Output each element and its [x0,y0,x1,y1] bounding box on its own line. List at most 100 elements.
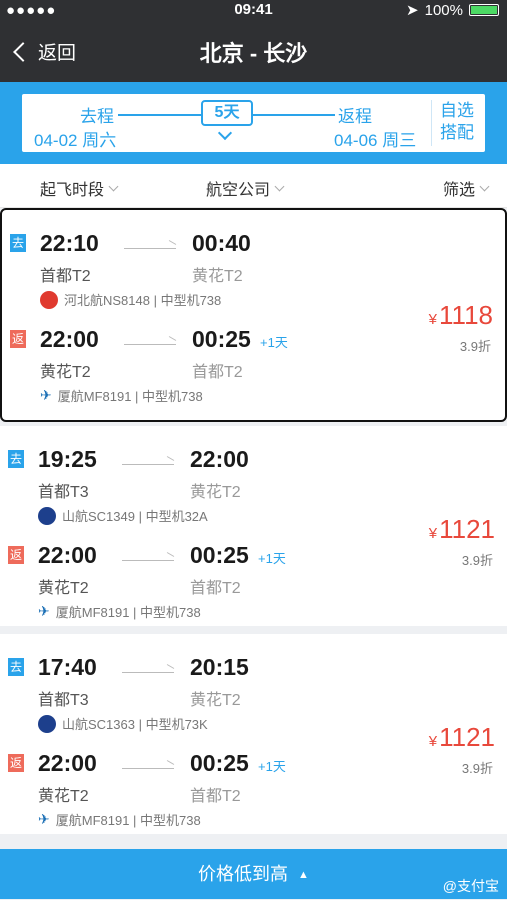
discount: 3.9折 [459,339,491,354]
depart-date: 04-02 周六 [34,131,117,150]
price: ¥1118 [429,300,493,331]
date-bar: 去程 04-02 周六 5天 返程 04-06 周三 自选搭配 [0,82,507,164]
depart-time: 17:40 [38,654,97,680]
airline-info: ✈ 厦航MF8191 | 中型机738 [40,386,203,405]
xiamen-airlines-logo-icon: ✈ [38,811,50,827]
depart-airport: 首都T3 [38,692,89,709]
filter-bar: 起飞时段 航空公司 筛选 [0,164,507,208]
outbound-tag: 去 [8,450,24,468]
chevron-down-icon [479,181,490,191]
sort-icon: ▲ [298,869,309,882]
airline-text: 厦航MF8191 | 中型机738 [55,813,201,828]
outbound-leg: 去 17:40 20:15 首都T3 黄花T2 山航SC1363 | 中型机73… [0,634,440,738]
return-leg: 返 22:00 00:25 +1天 黄花T2 首都T2 ✈ 厦航MF8191 | … [0,522,440,626]
arrive-airport: 黄花T2 [190,692,241,709]
filter-airline[interactable]: 航空公司 [206,176,285,200]
currency: ¥ [428,525,438,542]
outbound-tag: 去 [10,234,26,252]
discount: 3.9折 [461,553,493,568]
return-tag: 返 [8,754,24,772]
filter-label: 起飞时段 [40,182,105,199]
arrive-airport: 首都T2 [192,364,243,381]
filter-label: 航空公司 [206,182,271,199]
arrive-airport: 黄花T2 [192,268,243,285]
location-icon: ➤ [406,2,419,19]
filter-more[interactable]: 筛选 [443,176,490,200]
currency: ¥ [428,733,438,750]
airline-text: 厦航MF8191 | 中型机738 [57,389,203,404]
depart-airport: 黄花T2 [40,364,91,381]
return-leg: 返 22:00 00:25 +1天 黄花T2 首都T2 ✈ 厦航MF8191 | … [2,306,442,410]
filter-departure-time[interactable]: 起飞时段 [40,176,119,200]
chevron-down-icon [108,181,119,191]
return-leg: 返 22:00 00:25 +1天 黄花T2 首都T2 ✈ 厦航MF8191 | … [0,730,440,834]
depart-time: 22:00 [38,750,97,776]
depart-time: 22:00 [40,326,99,352]
depart-time: 19:25 [38,446,97,472]
flight-card[interactable]: 去 22:10 00:40 首都T2 黄花T2 河北航NS8148 | 中型机7… [0,208,507,422]
arrive-time: 20:15 [190,654,249,680]
price-value: 1121 [439,514,495,544]
arrow-icon [122,560,174,561]
price: ¥1121 [429,722,495,753]
price-value: 1118 [439,300,493,330]
battery-icon [469,4,499,16]
return-tag: 返 [10,330,26,348]
price-value: 1121 [439,722,495,752]
price: ¥1121 [429,514,495,545]
arrive-time: 00:25 [190,750,249,776]
next-day-badge: +1天 [258,759,286,774]
sort-label: 价格低到高 [198,864,289,884]
connector-line [118,114,202,116]
arrive-time: 22:00 [190,446,249,472]
page-title: 北京 - 长沙 [199,41,308,66]
depart-airport: 黄花T2 [38,580,89,597]
trip-days-badge[interactable]: 5天 [201,100,253,126]
discount: 3.9折 [461,761,493,776]
status-right: ➤ 100% [406,1,499,19]
sort-button[interactable]: 价格低到高 ▲ [0,849,507,899]
arrive-airport: 首都T2 [190,580,241,597]
currency: ¥ [428,311,438,328]
status-bar: ●●●●● 09:41 ➤ 100% [0,0,507,20]
airline-info: ✈ 厦航MF8191 | 中型机738 [38,810,201,829]
arrow-icon [122,464,174,465]
outbound-leg: 去 19:25 22:00 首都T3 黄花T2 山航SC1349 | 中型机32… [0,426,440,530]
flight-card[interactable]: 去 17:40 20:15 首都T3 黄花T2 山航SC1363 | 中型机73… [0,634,507,834]
depart-time: 22:10 [40,230,99,256]
return-tag: 返 [8,546,24,564]
airline-text: 厦航MF8191 | 中型机738 [55,605,201,620]
outbound-leg: 去 22:10 00:40 首都T2 黄花T2 河北航NS8148 | 中型机7… [2,210,442,314]
arrive-time: 00:25 [192,326,251,352]
depart-label: 去程 [80,107,114,126]
airline-info: ✈ 厦航MF8191 | 中型机738 [38,602,201,621]
depart-airport: 首都T2 [40,268,91,285]
depart-time: 22:00 [38,542,97,568]
watermark: @支付宝 [442,878,499,894]
depart-airport: 黄花T2 [38,788,89,805]
xiamen-airlines-logo-icon: ✈ [40,387,52,403]
filter-label: 筛选 [443,182,476,199]
date-card: 去程 04-02 周六 5天 返程 04-06 周三 自选搭配 [22,94,485,152]
flight-card[interactable]: 去 19:25 22:00 首都T3 黄花T2 山航SC1349 | 中型机32… [0,426,507,626]
divider [431,100,432,146]
outbound-tag: 去 [8,658,24,676]
chevron-down-icon [217,125,233,141]
custom-combination-button[interactable]: 自选搭配 [440,100,480,144]
arrive-airport: 首都T2 [190,788,241,805]
arrive-time: 00:25 [190,542,249,568]
next-day-badge: +1天 [258,551,286,566]
arrive-time: 00:40 [192,230,251,256]
arrive-airport: 黄花T2 [190,484,241,501]
depart-airport: 首都T3 [38,484,89,501]
nav-bar: 返回 北京 - 长沙 [0,20,507,82]
arrow-icon [124,344,176,345]
arrow-icon [124,248,176,249]
battery-percent: 100% [424,1,463,19]
next-day-badge: +1天 [260,335,288,350]
arrow-icon [122,768,174,769]
xiamen-airlines-logo-icon: ✈ [38,603,50,619]
chevron-down-icon [274,181,285,191]
return-label: 返程 [338,107,372,126]
arrow-icon [122,672,174,673]
